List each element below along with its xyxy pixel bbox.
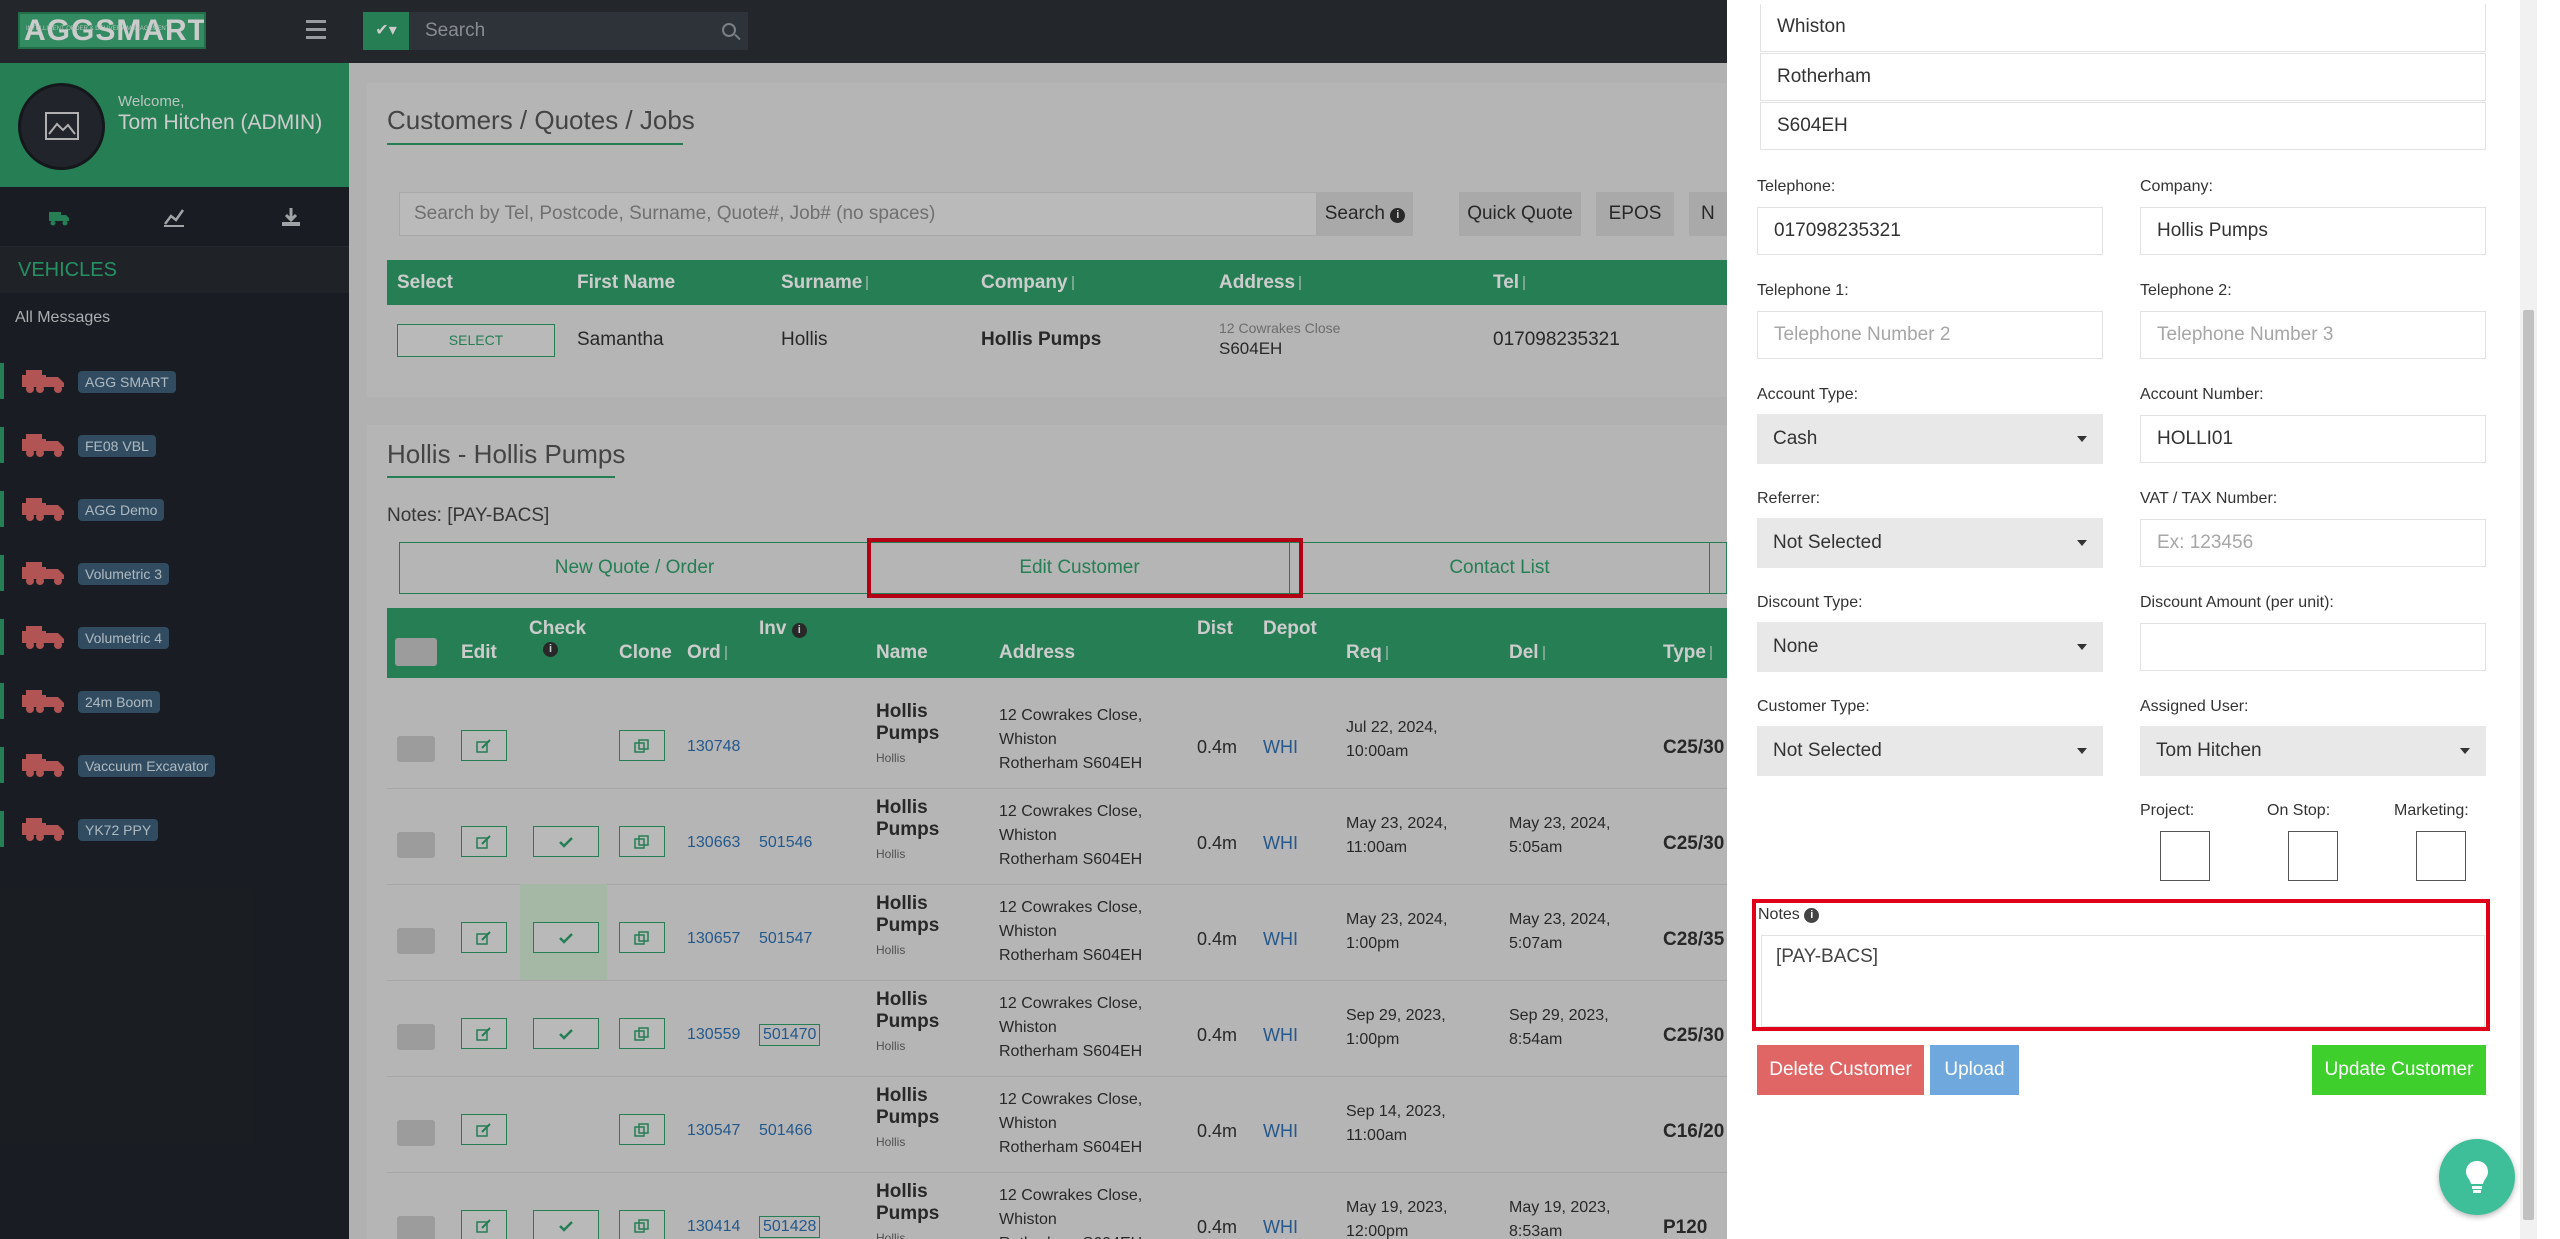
customer-type-label: Customer Type: (1757, 698, 1870, 715)
discount-type-select[interactable]: None (1757, 622, 2103, 672)
modal-backdrop[interactable] (0, 0, 1727, 1239)
chevron-down-icon (2077, 540, 2087, 546)
customer-type-select[interactable]: Not Selected (1757, 726, 2103, 776)
address-postcode-field[interactable]: S604EH (1760, 102, 2486, 150)
project-label: Project: (2140, 802, 2195, 819)
account-number-field[interactable]: HOLLI01 (2140, 415, 2486, 463)
on-stop-label: On Stop: (2267, 802, 2331, 819)
project-checkbox[interactable] (2160, 831, 2210, 881)
lightbulb-help-button[interactable] (2439, 1139, 2515, 1215)
assigned-user-select[interactable]: Tom Hitchen (2140, 726, 2486, 776)
account-type-select[interactable]: Cash (1757, 414, 2103, 464)
chevron-down-icon (2077, 748, 2087, 754)
discount-type-label: Discount Type: (1757, 594, 1863, 611)
highlight-notes (1752, 899, 2490, 1031)
chevron-down-icon (2460, 748, 2470, 754)
chevron-down-icon (2077, 436, 2087, 442)
company-label: Company: (2140, 178, 2213, 195)
company-field[interactable]: Hollis Pumps (2140, 207, 2486, 255)
delete-customer-button[interactable]: Delete Customer (1757, 1045, 1924, 1095)
chevron-down-icon (2077, 644, 2087, 650)
telephone1-field[interactable]: Telephone Number 2 (1757, 311, 2103, 359)
panel-scrollbar-thumb[interactable] (2523, 310, 2534, 1220)
marketing-label: Marketing: (2394, 802, 2469, 819)
telephone-label: Telephone: (1757, 178, 1836, 195)
vat-field[interactable]: Ex: 123456 (2140, 519, 2486, 567)
referrer-label: Referrer: (1757, 490, 1821, 507)
discount-amount-label: Discount Amount (per unit): (2140, 594, 2334, 611)
update-customer-button[interactable]: Update Customer (2312, 1045, 2486, 1095)
address-city-field[interactable]: Rotherham (1760, 53, 2486, 101)
on-stop-checkbox[interactable] (2288, 831, 2338, 881)
account-type-label: Account Type: (1757, 386, 1859, 403)
telephone2-field[interactable]: Telephone Number 3 (2140, 311, 2486, 359)
telephone-field[interactable]: 017098235321 (1757, 207, 2103, 255)
telephone1-label: Telephone 1: (1757, 282, 1849, 299)
referrer-select[interactable]: Not Selected (1757, 518, 2103, 568)
vat-label: VAT / TAX Number: (2140, 490, 2278, 507)
assigned-user-label: Assigned User: (2140, 698, 2249, 715)
marketing-checkbox[interactable] (2416, 831, 2466, 881)
lightbulb-icon (2466, 1161, 2488, 1193)
account-number-label: Account Number: (2140, 386, 2264, 403)
telephone2-label: Telephone 2: (2140, 282, 2232, 299)
upload-button[interactable]: Upload (1930, 1045, 2019, 1095)
address-town-field[interactable]: Whiston (1760, 4, 2486, 52)
discount-amount-field[interactable] (2140, 623, 2486, 671)
